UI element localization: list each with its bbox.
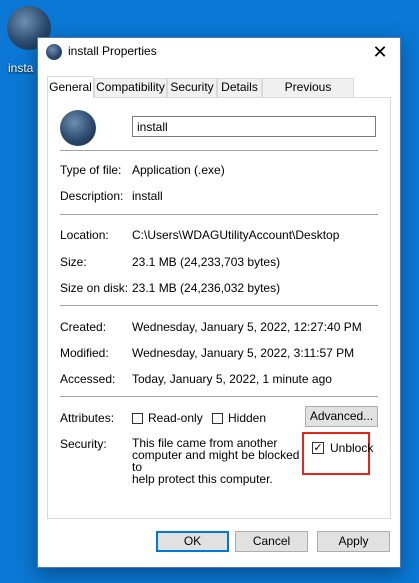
tab-details[interactable]: Details <box>217 78 262 97</box>
unblock-label[interactable]: Unblock <box>330 441 373 455</box>
readonly-label[interactable]: Read-only <box>148 411 203 425</box>
paw-icon <box>46 44 62 60</box>
close-button[interactable]: ✕ <box>360 38 400 66</box>
title-bar[interactable]: install Properties ✕ <box>38 38 400 66</box>
security-line-2: computer and might be blocked to <box>132 448 300 474</box>
divider <box>60 396 378 397</box>
size-on-disk-label: Size on disk: <box>60 281 129 295</box>
general-tab-panel: Type of file: Application (.exe) Descrip… <box>47 97 391 519</box>
properties-dialog: install Properties ✕ General Compatibili… <box>37 37 401 568</box>
desktop-icon-label: insta <box>8 61 34 75</box>
security-line-3: help protect this computer. <box>132 472 273 486</box>
accessed-value: Today, January 5, 2022, 1 minute ago <box>132 372 332 386</box>
type-value: Application (.exe) <box>132 163 225 177</box>
apply-button[interactable]: Apply <box>317 531 390 552</box>
type-label: Type of file: <box>60 163 122 177</box>
created-value: Wednesday, January 5, 2022, 12:27:40 PM <box>132 320 362 334</box>
accessed-label: Accessed: <box>60 372 116 386</box>
hidden-checkbox[interactable] <box>212 413 223 424</box>
divider <box>60 305 378 306</box>
size-label: Size: <box>60 255 87 269</box>
hidden-label[interactable]: Hidden <box>228 411 266 425</box>
tab-security[interactable]: Security <box>167 78 217 97</box>
ok-button[interactable]: OK <box>156 531 229 552</box>
location-value: C:\Users\WDAGUtilityAccount\Desktop <box>132 228 340 242</box>
cancel-button[interactable]: Cancel <box>235 531 308 552</box>
location-label: Location: <box>60 228 109 242</box>
size-value: 23.1 MB (24,233,703 bytes) <box>132 255 281 269</box>
dialog-title: install Properties <box>68 44 157 58</box>
modified-value: Wednesday, January 5, 2022, 3:11:57 PM <box>132 346 355 360</box>
unblock-highlight: ✓ Unblock <box>302 432 373 475</box>
divider <box>60 214 378 215</box>
created-label: Created: <box>60 320 107 334</box>
tab-previous-versions[interactable]: Previous Versions <box>262 78 354 111</box>
readonly-checkbox[interactable] <box>132 413 143 424</box>
advanced-button[interactable]: Advanced... <box>305 406 378 427</box>
tab-compatibility[interactable]: Compatibility <box>94 78 167 97</box>
paw-icon <box>60 110 96 146</box>
description-label: Description: <box>60 189 124 203</box>
modified-label: Modified: <box>60 346 109 360</box>
security-message: This file came from another computer and… <box>132 437 302 485</box>
tab-general[interactable]: General <box>47 76 94 98</box>
unblock-checkbox[interactable]: ✓ <box>312 442 324 454</box>
security-label: Security: <box>60 437 107 451</box>
description-value: install <box>132 189 163 203</box>
size-on-disk-value: 23.1 MB (24,236,032 bytes) <box>132 281 281 295</box>
attributes-label: Attributes: <box>60 411 115 425</box>
divider <box>60 150 378 151</box>
file-name-input[interactable] <box>132 116 376 137</box>
